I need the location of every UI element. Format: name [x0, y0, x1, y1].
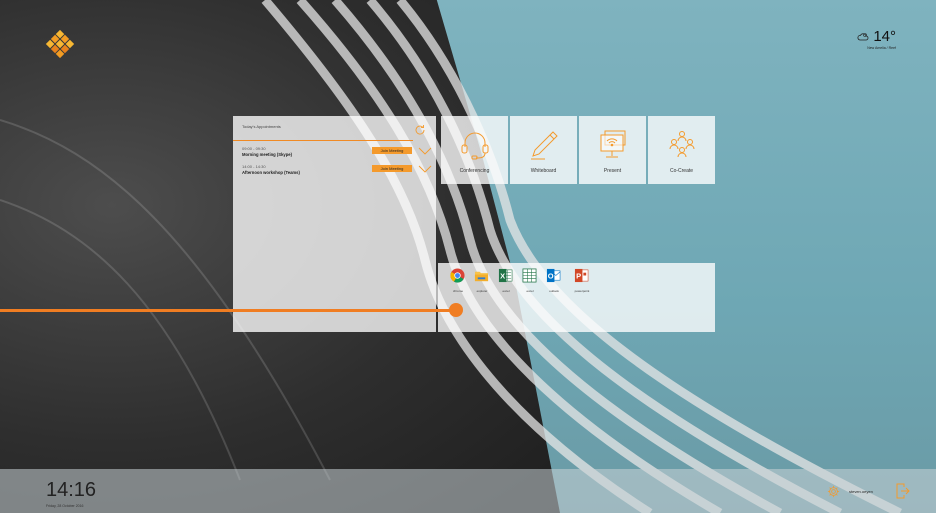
- highlight-connector-dot: [449, 303, 463, 317]
- chevron-down-icon[interactable]: [418, 164, 432, 174]
- appointments-divider: [233, 140, 413, 141]
- folder-icon: [474, 271, 489, 282]
- excel-icon: [522, 268, 537, 283]
- tile-label: Co-Create: [669, 168, 694, 174]
- tile-label: Present: [603, 168, 622, 174]
- svg-text:P: P: [576, 271, 581, 280]
- app-label: chrome: [452, 289, 463, 293]
- outlook-icon: O: [546, 268, 561, 283]
- appointments-panel: Today's Appointments 09:00 - 09:30 Morni…: [233, 116, 436, 332]
- tile-label: Conferencing: [459, 168, 490, 174]
- clock-date: Friday, 28 October 2016: [46, 504, 84, 508]
- app-label: explorer: [476, 289, 488, 293]
- app-excel[interactable]: excel: [522, 268, 538, 293]
- app-excel[interactable]: X excel: [498, 268, 514, 293]
- app-powerpoint[interactable]: P powerpoint: [574, 268, 590, 293]
- temperature: 14°: [873, 28, 896, 45]
- weather-widget[interactable]: 14° New Amelia / Reef: [857, 28, 896, 50]
- appointment-item[interactable]: 14:00 - 14:30 Afternoon workshop (Teams)…: [242, 164, 432, 180]
- app-outlook[interactable]: O outlook: [546, 268, 562, 293]
- bottom-bar: 14:16 Friday, 28 October 2016 steven.oey…: [0, 469, 936, 513]
- user-name[interactable]: steven.oeyen: [849, 489, 873, 494]
- clock-time: 14:16: [46, 479, 97, 501]
- app-chrome[interactable]: chrome: [450, 268, 466, 293]
- building-stripes: [0, 0, 902, 513]
- appointments-heading: Today's Appointments: [242, 124, 281, 129]
- cloud-sun-icon: [857, 32, 869, 40]
- tile-whiteboard[interactable]: Whiteboard: [510, 116, 577, 184]
- people-group-icon: [669, 131, 694, 158]
- excel-icon: X: [498, 268, 513, 283]
- logout-icon[interactable]: [896, 483, 910, 499]
- svg-text:X: X: [500, 271, 505, 280]
- tile-present[interactable]: Present: [579, 116, 646, 184]
- app-label: outlook: [549, 289, 559, 293]
- appointment-item[interactable]: 09:00 - 09:30 Morning meeting (Skype) Jo…: [242, 146, 432, 162]
- apps-panel: chrome explorer X excel excel O outlook …: [438, 263, 715, 332]
- app-explorer[interactable]: explorer: [474, 268, 490, 293]
- tile-label: Whiteboard: [530, 168, 557, 174]
- powerpoint-icon: P: [574, 268, 589, 283]
- app-label: excel: [502, 289, 510, 293]
- pen-icon: [530, 131, 558, 160]
- join-meeting-button[interactable]: Join Meeting: [372, 147, 412, 154]
- refresh-icon[interactable]: [414, 124, 426, 136]
- app-label: powerpoint: [574, 289, 590, 293]
- join-meeting-button[interactable]: Join Meeting: [372, 165, 412, 172]
- weather-location: New Amelia / Reef: [867, 46, 896, 50]
- app-label: excel: [526, 289, 534, 293]
- present-screen-icon: [600, 130, 625, 158]
- tile-conferencing[interactable]: Conferencing: [441, 116, 508, 184]
- brand-logo: [45, 29, 75, 59]
- highlight-connector-line: [0, 309, 456, 312]
- headset-icon: [461, 132, 488, 160]
- gear-icon[interactable]: [827, 485, 840, 498]
- tile-co-create[interactable]: Co-Create: [648, 116, 715, 184]
- svg-text:O: O: [548, 271, 554, 280]
- background-image: [0, 0, 936, 513]
- chevron-down-icon[interactable]: [418, 146, 432, 156]
- chrome-icon: [450, 268, 465, 283]
